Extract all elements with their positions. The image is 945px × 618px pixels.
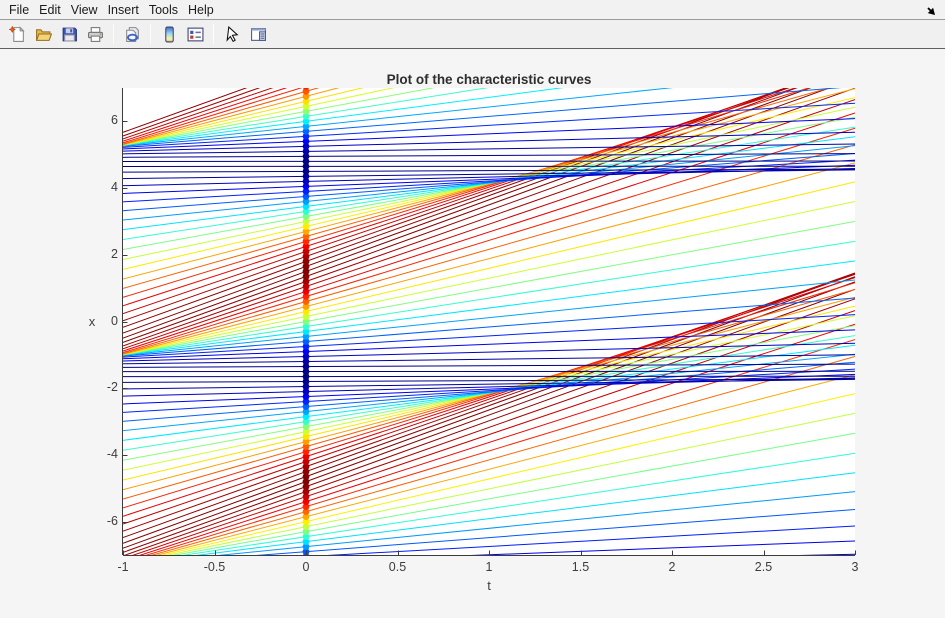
characteristic-line xyxy=(123,49,855,143)
plot-canvas xyxy=(0,49,945,617)
characteristic-line xyxy=(123,343,855,361)
characteristic-line xyxy=(123,509,855,565)
characteristic-line xyxy=(123,81,855,289)
toolbar xyxy=(0,20,945,49)
characteristic-line xyxy=(123,315,855,357)
x-tick-label: 3 xyxy=(830,560,880,574)
insert-legend-button[interactable] xyxy=(183,22,207,46)
pointer-button[interactable] xyxy=(220,22,244,46)
characteristic-line xyxy=(123,283,855,508)
link-plot-icon xyxy=(124,26,141,43)
x-tick-label: 1.5 xyxy=(556,560,606,574)
x-axis-label: t xyxy=(123,578,855,593)
save-figure-button[interactable] xyxy=(57,22,81,46)
y-tick-label: 0 xyxy=(62,314,118,328)
dock-figure-icon xyxy=(250,26,267,43)
new-figure-button[interactable] xyxy=(5,22,29,46)
x-tick-label: 1 xyxy=(464,560,514,574)
print-button[interactable] xyxy=(83,22,107,46)
characteristic-line xyxy=(123,278,855,517)
y-tick-label: -4 xyxy=(62,447,118,461)
toolbar-separator xyxy=(150,24,151,44)
menu-view[interactable]: View xyxy=(66,1,103,19)
dock-figure-button[interactable] xyxy=(246,22,270,46)
t0-markers xyxy=(303,63,310,580)
print-icon xyxy=(87,26,104,43)
x-tick-label: 2 xyxy=(647,560,697,574)
x-tick-label: 0.5 xyxy=(373,560,423,574)
y-tick-label: 2 xyxy=(62,247,118,261)
t0-marker xyxy=(303,63,310,70)
characteristic-line xyxy=(123,69,855,306)
y-tick-label: -2 xyxy=(62,380,118,394)
save-figure-icon xyxy=(61,26,78,43)
menu-insert[interactable]: Insert xyxy=(103,1,144,19)
characteristic-line xyxy=(123,79,855,343)
characteristic-line xyxy=(123,340,855,563)
link-plot-button[interactable] xyxy=(120,22,144,46)
mouse-cursor-icon xyxy=(921,1,937,17)
menu-edit[interactable]: Edit xyxy=(34,1,66,19)
characteristic-line xyxy=(123,375,855,564)
x-tick-label: 2.5 xyxy=(739,560,789,574)
characteristic-line xyxy=(123,261,855,355)
characteristic-line xyxy=(123,154,855,211)
characteristic-lines xyxy=(123,49,855,577)
x-tick-label: -0.5 xyxy=(190,560,240,574)
insert-colorbar-button[interactable] xyxy=(157,22,181,46)
characteristic-line xyxy=(123,575,855,578)
open-file-icon xyxy=(35,26,52,43)
new-figure-icon xyxy=(9,26,26,43)
y-tick-label: 4 xyxy=(62,180,118,194)
characteristic-line xyxy=(123,145,855,354)
menu-bar: FileEditViewInsertToolsHelp xyxy=(0,0,945,20)
x-tick-label: -1 xyxy=(98,560,148,574)
characteristic-line xyxy=(123,282,855,548)
x-tick-label: 0 xyxy=(281,560,331,574)
y-tick-label: -6 xyxy=(62,514,118,528)
pointer-icon xyxy=(224,26,241,43)
characteristic-line xyxy=(123,88,855,346)
menu-tools[interactable]: Tools xyxy=(144,1,183,19)
insert-colorbar-icon xyxy=(161,26,178,43)
toolbar-separator xyxy=(213,24,214,44)
open-file-button[interactable] xyxy=(31,22,55,46)
characteristic-line xyxy=(123,49,855,132)
plot-title: Plot of the characteristic curves xyxy=(123,72,855,87)
characteristic-line xyxy=(123,453,855,564)
menu-help[interactable]: Help xyxy=(183,1,219,19)
figure-area: Plot of the characteristic curves t x -1… xyxy=(0,49,945,617)
characteristic-line xyxy=(123,413,855,564)
y-tick-label: 6 xyxy=(62,113,118,127)
characteristic-line xyxy=(123,161,855,162)
menu-file[interactable]: File xyxy=(4,1,34,19)
insert-legend-icon xyxy=(187,26,204,43)
toolbar-separator xyxy=(113,24,114,44)
